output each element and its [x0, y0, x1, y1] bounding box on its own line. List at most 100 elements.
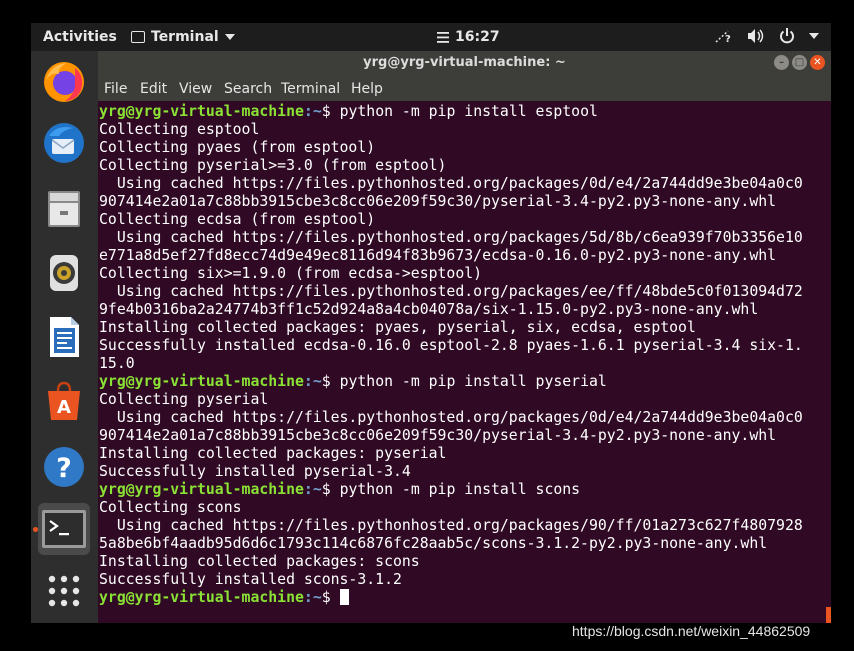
output-line: Using cached https://files.pythonhosted.…	[99, 283, 803, 300]
output-line: Collecting pyserial	[99, 391, 269, 408]
output-line: Using cached https://files.pythonhosted.…	[99, 175, 803, 192]
output-line: 9fe4b0316ba2a24774b3ff1c52d924a8a4cb0407…	[99, 301, 759, 318]
window-controls: – □ ✕	[774, 55, 825, 70]
maximize-icon: □	[794, 57, 805, 68]
output-line: Collecting pyserial>=3.0 (from esptool)	[99, 157, 447, 174]
help-icon: ?	[44, 447, 84, 487]
watermark: https://blog.csdn.net/weixin_44862509	[572, 623, 811, 639]
power-icon	[780, 28, 794, 44]
prompt-symbol: $	[321, 373, 331, 390]
top-bar: Activities Terminal 16:27 ?	[31, 23, 831, 51]
menu-help[interactable]: Help	[351, 80, 383, 98]
prompt-user: yrg@yrg-virtual-machine	[99, 103, 304, 120]
prompt-path: :~	[303, 481, 322, 498]
minimize-icon: –	[779, 57, 784, 68]
prompt-path: :~	[303, 373, 322, 390]
volume-icon	[748, 29, 764, 43]
svg-text:?: ?	[56, 453, 72, 484]
output-line: Using cached https://files.pythonhosted.…	[99, 517, 803, 534]
prompt-path: :~	[303, 589, 322, 606]
firefox-launcher[interactable]	[38, 55, 90, 107]
output-line: Installing collected packages: pyaes, py…	[99, 319, 696, 336]
svg-text:A: A	[57, 397, 71, 418]
output-line: Successfully installed scons-3.1.2	[99, 571, 402, 588]
output-line: Using cached https://files.pythonhosted.…	[99, 409, 803, 426]
network-icon: ?	[715, 30, 731, 44]
output-line: 15.0	[99, 355, 135, 372]
help-launcher[interactable]: ?	[38, 441, 90, 493]
software-center-icon: A	[48, 381, 80, 420]
prompt-line: yrg@yrg-virtual-machine:~$ python -m pip…	[99, 373, 607, 391]
text-cursor	[339, 589, 349, 605]
dock: A ?	[31, 51, 98, 623]
output-line: Successfully installed pyserial-3.4	[99, 463, 411, 480]
menu-file[interactable]: File	[104, 80, 127, 98]
rhythmbox-icon	[50, 255, 78, 291]
output-line: Collecting scons	[99, 499, 242, 516]
files-icon	[48, 191, 80, 227]
command-text: python -m pip install pyserial	[330, 373, 607, 390]
minimize-button[interactable]: –	[774, 55, 789, 70]
output-line: Successfully installed ecdsa-0.16.0 espt…	[99, 337, 803, 354]
terminal-output[interactable]: yrg@yrg-virtual-machine:~$ python -m pip…	[98, 101, 831, 623]
window-titlebar[interactable]: yrg@yrg-virtual-machine: ~ – □ ✕	[98, 51, 831, 75]
output-line: Installing collected packages: pyserial	[99, 445, 447, 462]
prompt-line: yrg@yrg-virtual-machine:~$ python -m pip…	[99, 103, 598, 121]
libreoffice-writer-launcher[interactable]	[38, 311, 90, 363]
show-apps-icon	[48, 575, 80, 607]
prompt-symbol: $	[321, 589, 331, 606]
thunderbird-icon	[44, 123, 84, 163]
output-line: Using cached https://files.pythonhosted.…	[99, 229, 803, 246]
command-text: python -m pip install esptool	[330, 103, 598, 120]
terminal-window: yrg@yrg-virtual-machine: ~ – □ ✕ File Ed…	[98, 51, 831, 623]
menu-edit[interactable]: Edit	[140, 80, 167, 98]
output-line: Collecting pyaes (from esptool)	[99, 139, 376, 156]
command-text: python -m pip install scons	[330, 481, 581, 498]
notification-list-icon	[437, 31, 449, 43]
prompt-path: :~	[303, 103, 322, 120]
thunderbird-launcher[interactable]	[38, 117, 90, 169]
output-line: Collecting esptool	[99, 121, 260, 138]
menu-search[interactable]: Search	[224, 80, 272, 98]
prompt-symbol: $	[321, 481, 331, 498]
output-line: Installing collected packages: scons	[99, 553, 420, 570]
clock-time: 16:27	[455, 29, 500, 45]
prompt-user: yrg@yrg-virtual-machine	[99, 373, 304, 390]
chevron-down-icon	[224, 34, 235, 40]
menu-bar: File Edit View Search Terminal Help	[98, 75, 831, 101]
window-title: yrg@yrg-virtual-machine: ~	[363, 55, 566, 70]
app-menu[interactable]: Terminal	[131, 28, 235, 46]
close-button[interactable]: ✕	[810, 55, 825, 70]
svg-text:?: ?	[725, 34, 731, 44]
prompt-line: yrg@yrg-virtual-machine:~$ python -m pip…	[99, 481, 580, 499]
prompt-user: yrg@yrg-virtual-machine	[99, 481, 304, 498]
maximize-button[interactable]: □	[792, 55, 807, 70]
files-launcher[interactable]	[38, 183, 90, 235]
output-line: 907414e2a01a7c88bb3915cbe3c8cc06e209f59c…	[99, 427, 777, 444]
menu-terminal[interactable]: Terminal	[281, 80, 340, 98]
show-apps-button[interactable]	[38, 565, 90, 617]
output-line: Collecting six>=1.9.0 (from ecdsa->espto…	[99, 265, 483, 282]
libreoffice-writer-icon	[50, 317, 79, 357]
prompt-symbol: $	[321, 103, 331, 120]
rhythmbox-launcher[interactable]	[38, 247, 90, 299]
terminal-launcher[interactable]	[38, 503, 90, 555]
desktop-screen: Activities Terminal 16:27 ? A ? yrg@yrg-…	[31, 23, 831, 623]
menu-view[interactable]: View	[179, 80, 212, 98]
activities-button[interactable]: Activities	[43, 28, 117, 46]
software-center-launcher[interactable]: A	[38, 375, 90, 427]
prompt-user: yrg@yrg-virtual-machine	[99, 589, 304, 606]
clock[interactable]: 16:27	[437, 28, 500, 46]
command-text	[331, 589, 340, 606]
terminal-icon	[42, 510, 86, 548]
prompt-line: yrg@yrg-virtual-machine:~$	[99, 589, 349, 607]
app-menu-label: Terminal	[151, 29, 219, 45]
close-icon: ✕	[813, 57, 822, 68]
scrollbar-indicator[interactable]	[826, 607, 831, 623]
firefox-icon	[44, 62, 84, 102]
system-tray[interactable]: ?	[715, 28, 819, 44]
output-line: 5a8be6bf4aadb95d6d6c1793c114c6876fc28aab…	[99, 535, 768, 552]
output-line: Collecting ecdsa (from esptool)	[99, 211, 376, 228]
terminal-app-icon	[131, 31, 145, 43]
output-line: e771a8d5ef27fd8ecc74d9e49ec8116d94f83b96…	[99, 247, 777, 264]
